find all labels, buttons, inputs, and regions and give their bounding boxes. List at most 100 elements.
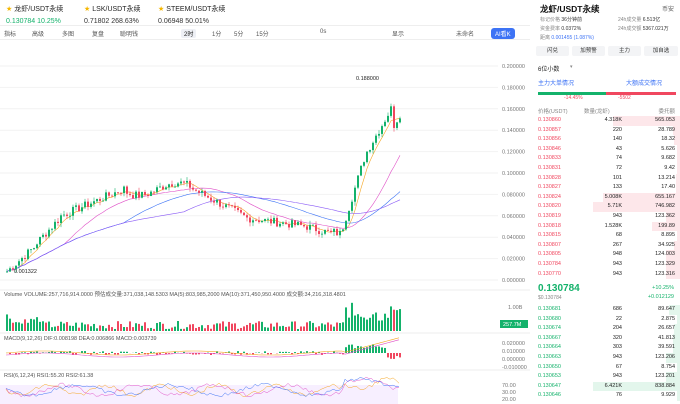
volume-bar	[270, 323, 272, 331]
bid-row[interactable]: 0.130667 320 41.813	[534, 333, 680, 344]
display-button[interactable]: 显示	[392, 29, 404, 38]
replay-button[interactable]: 复盘	[92, 29, 104, 38]
candle-body	[330, 230, 332, 232]
ask-row[interactable]: 0.130807 267 34.925	[534, 240, 680, 251]
volume-bar	[399, 309, 401, 331]
volume-bar	[150, 327, 152, 331]
volume-bar	[282, 325, 284, 331]
volume-bar	[36, 317, 38, 331]
candle-body	[24, 258, 26, 259]
candle-body	[51, 228, 53, 230]
ask-row[interactable]: 0.130828 101 13.214	[534, 173, 680, 184]
stat-24h-turnover: 24h成交额 5367.021万	[618, 26, 669, 32]
ai-kline-button[interactable]: AI看K	[491, 28, 515, 39]
whale-button[interactable]: 主力	[608, 46, 641, 56]
ticker-item[interactable]: ★ 龙虾/USDT永续 0.130784 10.25%	[6, 4, 63, 25]
indicators-button[interactable]: 指标	[4, 29, 16, 38]
tab-2h[interactable]: 2时	[181, 29, 197, 38]
candle-body	[279, 223, 281, 227]
star-icon[interactable]: ★	[84, 6, 90, 13]
macd-bar	[99, 352, 101, 353]
candle-body	[249, 217, 251, 223]
ask-row[interactable]: 0.130805 948 124.003	[534, 250, 680, 260]
volume-bar	[339, 322, 341, 331]
order-total: 13.214	[658, 174, 675, 181]
volume-bar	[237, 328, 239, 331]
bid-row[interactable]: 0.130647 6.421K 838.884	[534, 381, 680, 392]
macd-bar	[384, 347, 386, 353]
ask-row[interactable]: 0.130820 5.71K 746.982	[534, 202, 680, 212]
star-icon[interactable]: ★	[158, 6, 164, 13]
ask-row[interactable]: 0.130833 74 9.682	[534, 154, 680, 164]
ask-row[interactable]: 0.130815 68 8.895	[534, 231, 680, 241]
volume-bar	[327, 322, 329, 331]
order-price: 0.130828	[538, 174, 561, 181]
candle-body	[111, 195, 113, 197]
candle-body	[9, 268, 11, 272]
volume-bar	[93, 323, 95, 331]
add-watchlist-button[interactable]: 加自选	[644, 46, 678, 56]
chevron-down-icon[interactable]: ▾	[570, 64, 573, 70]
candle-body	[42, 234, 44, 237]
ask-row[interactable]: 0.130770 943 123.316	[534, 269, 680, 280]
candle-body	[21, 258, 23, 262]
ask-row[interactable]: 0.130831 72 9.42	[534, 164, 680, 174]
tab-5m[interactable]: 5分	[234, 29, 243, 38]
price-chart[interactable]: 0.200000 0.180000 0.160000 0.140000 0.120000…	[0, 40, 530, 404]
big-order-link[interactable]: 主力大单情况	[538, 78, 574, 87]
volume-bar	[231, 323, 233, 331]
exchange-label[interactable]: 币安	[662, 4, 674, 13]
ticker-item[interactable]: ★ LSK/USDT永续 0.71802 268.63%	[84, 4, 141, 25]
tab-15m[interactable]: 15分	[256, 29, 269, 38]
ask-row[interactable]: 0.130784 943 123.329	[534, 260, 680, 270]
ask-row[interactable]: 0.130818 1.528K 199.89	[534, 221, 680, 232]
bid-row[interactable]: 0.130674 204 26.657	[534, 324, 680, 334]
macd-bar	[282, 351, 284, 353]
bid-row[interactable]: 0.130653 943 123.201	[534, 372, 680, 382]
bid-row[interactable]: 0.130650 67 8.754	[534, 362, 680, 373]
bid-row[interactable]: 0.130663 943 123.206	[534, 353, 680, 363]
bid-row[interactable]: 0.130681 686 89.647	[534, 305, 680, 315]
bid-row[interactable]: 0.130664 303 39.591	[534, 343, 680, 353]
candle-body	[225, 204, 227, 208]
candle-body	[18, 261, 20, 266]
order-total: 28.789	[658, 126, 675, 133]
tab-1m[interactable]: 1分	[212, 29, 221, 38]
precision-select[interactable]: 6位小数	[538, 64, 559, 73]
candle-body	[195, 189, 197, 191]
star-icon[interactable]: ★	[6, 6, 12, 13]
price-tick: 0.140000	[502, 128, 525, 134]
ask-row[interactable]: 0.130824 5.008K 655.167	[534, 192, 680, 203]
ask-row[interactable]: 0.130856 140 18.32	[534, 135, 680, 145]
layout-name-button[interactable]: 未命名	[456, 29, 474, 38]
volume-bar	[12, 322, 14, 331]
bid-row[interactable]: 0.130646 76 9.929	[534, 391, 680, 401]
volume-bar	[24, 319, 26, 331]
macd-bar	[378, 346, 380, 353]
volume-bar	[30, 318, 32, 331]
ask-row[interactable]: 0.130846 43 5.626	[534, 144, 680, 155]
macd-bar	[150, 351, 152, 353]
ask-row[interactable]: 0.130857 220 28.789	[534, 125, 680, 136]
add-alert-button[interactable]: 加预警	[572, 46, 605, 56]
volume-bar	[138, 323, 140, 331]
bid-row[interactable]: 0.130680 22 2.875	[534, 314, 680, 325]
volume-bar	[318, 326, 320, 331]
ask-row[interactable]: 0.130827 133 17.40	[534, 183, 680, 193]
volume-bar	[297, 328, 299, 331]
macd-bar	[183, 351, 185, 353]
macd-bar	[141, 352, 143, 353]
swap-button[interactable]: 闪兑	[536, 46, 569, 56]
candle-body	[39, 236, 41, 245]
advanced-button[interactable]: 高级	[32, 29, 44, 38]
candle-body	[129, 193, 131, 196]
multi-chart-button[interactable]: 多图	[62, 29, 74, 38]
smart-money-button[interactable]: 聪明钱	[120, 29, 138, 38]
big-deal-link[interactable]: 大额成交情况	[626, 78, 662, 87]
candle-body	[6, 271, 8, 273]
ask-row[interactable]: 0.130819 943 123.362	[534, 212, 680, 222]
ticker-item[interactable]: ★ STEEM/USDT永续 0.06948 50.01%	[158, 4, 225, 25]
candle-body	[276, 217, 278, 227]
order-qty: 76	[615, 392, 622, 399]
ask-row[interactable]: 0.130860 4.318K 565.053	[534, 116, 680, 126]
